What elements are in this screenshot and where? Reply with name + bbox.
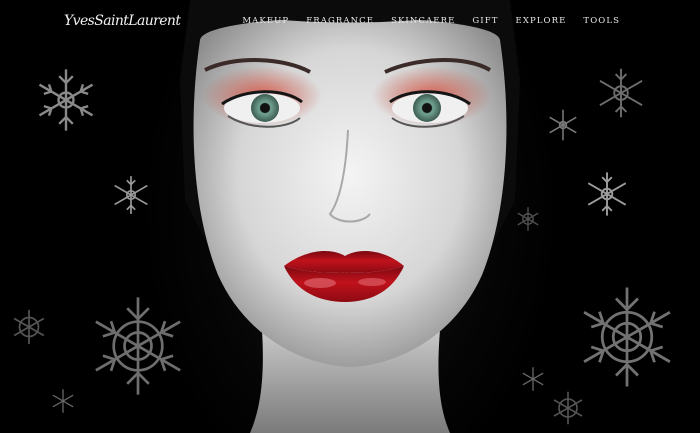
snowflake-icon bbox=[13, 309, 45, 345]
snowflake-icon bbox=[114, 176, 148, 214]
main-nav: MAKEUP FRAGRANCE SKINCAERE GIFT EXPLORE … bbox=[242, 16, 620, 26]
nav-item-explore[interactable]: EXPLORE bbox=[516, 16, 567, 26]
homepage: YvesSaintLaurent MAKEUP FRAGRANCE SKINCA… bbox=[0, 0, 700, 433]
snowflake-icon bbox=[38, 69, 94, 131]
snowflake-icon bbox=[52, 389, 74, 413]
snowflake-icon bbox=[553, 391, 583, 425]
nav-item-tools[interactable]: TOOLS bbox=[583, 16, 620, 26]
snowflake-icon bbox=[599, 68, 643, 118]
nav-item-gift[interactable]: GIFT bbox=[472, 16, 498, 26]
snowflake-icon bbox=[522, 367, 544, 391]
snowflake-icon bbox=[517, 207, 539, 231]
nav-item-skincare[interactable]: SKINCAERE bbox=[391, 16, 455, 26]
snowflake-icon bbox=[549, 109, 577, 141]
snowflake-icon bbox=[587, 172, 627, 216]
snowflake-icon bbox=[95, 297, 181, 395]
brand-logo[interactable]: YvesSaintLaurent bbox=[64, 13, 181, 29]
nav-item-makeup[interactable]: MAKEUP bbox=[242, 16, 289, 26]
nav-item-fragrance[interactable]: FRAGRANCE bbox=[306, 16, 374, 26]
snowflake-icon bbox=[583, 287, 671, 387]
